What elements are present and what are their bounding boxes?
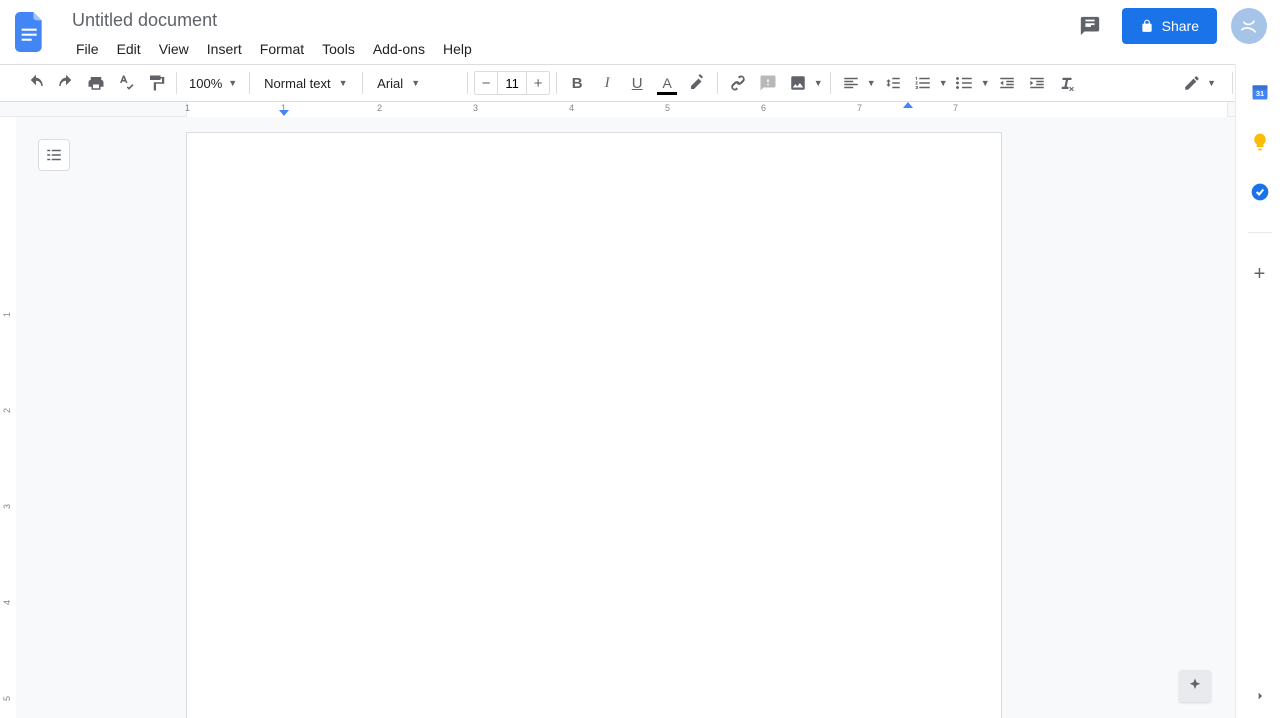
pencil-icon	[1183, 74, 1201, 92]
menubar: File Edit View Insert Format Tools Add-o…	[68, 37, 480, 61]
menu-tools[interactable]: Tools	[314, 37, 363, 61]
editing-mode-dropdown[interactable]: ▼	[1177, 74, 1222, 92]
menu-insert[interactable]: Insert	[199, 37, 250, 61]
menu-format[interactable]: Format	[252, 37, 312, 61]
right-indent-marker[interactable]	[903, 102, 913, 108]
document-title[interactable]: Untitled document	[68, 8, 480, 33]
redo-button[interactable]	[52, 69, 80, 97]
zoom-dropdown[interactable]: 100% ▼	[183, 76, 243, 91]
docs-home-icon[interactable]	[12, 8, 48, 56]
decrease-indent-button[interactable]	[993, 69, 1021, 97]
underline-button[interactable]: U	[623, 69, 651, 97]
increase-font-button[interactable]: +	[527, 75, 549, 92]
menu-addons[interactable]: Add-ons	[365, 37, 433, 61]
align-button[interactable]	[837, 69, 865, 97]
vruler-num: 5	[2, 696, 12, 701]
share-button[interactable]: Share	[1122, 8, 1217, 44]
tasks-icon[interactable]	[1250, 182, 1270, 202]
vruler-num: 4	[2, 600, 12, 605]
get-addons-button[interactable]: +	[1254, 263, 1266, 286]
menu-file[interactable]: File	[68, 37, 107, 61]
decrease-font-button[interactable]: −	[475, 75, 497, 92]
font-size-control: − +	[474, 71, 550, 95]
horizontal-ruler[interactable]: 1 1 2 3 4 5 6 7 7	[0, 102, 1283, 117]
print-button[interactable]	[82, 69, 110, 97]
left-indent-marker[interactable]	[279, 110, 289, 116]
insert-link-button[interactable]	[724, 69, 752, 97]
show-outline-button[interactable]	[38, 139, 70, 171]
hide-sidepanel-button[interactable]	[1252, 688, 1268, 704]
separator	[1248, 232, 1272, 233]
ruler-num: 4	[569, 103, 574, 113]
vruler-num: 1	[2, 312, 12, 317]
ruler-num: 7	[953, 103, 958, 113]
side-panel: 31 +	[1235, 64, 1283, 718]
chevron-down-icon: ▼	[1207, 78, 1216, 88]
numbered-list-dropdown[interactable]: ▼	[937, 78, 949, 88]
zoom-value: 100%	[189, 76, 222, 91]
chevron-down-icon: ▼	[339, 78, 348, 88]
menu-edit[interactable]: Edit	[109, 37, 149, 61]
ruler-num: 2	[377, 103, 382, 113]
menu-view[interactable]: View	[151, 37, 197, 61]
ruler-num: 7	[857, 103, 862, 113]
italic-button[interactable]: I	[593, 69, 621, 97]
paragraph-style-dropdown[interactable]: Normal text ▼	[256, 76, 356, 91]
ruler-num: 5	[665, 103, 670, 113]
undo-button[interactable]	[22, 69, 50, 97]
explore-button[interactable]	[1179, 670, 1211, 702]
highlight-button[interactable]	[683, 69, 711, 97]
bold-button[interactable]: B	[563, 69, 591, 97]
paint-format-button[interactable]	[142, 69, 170, 97]
vertical-ruler[interactable]: 1 2 3 4 5	[0, 117, 16, 718]
paragraph-style-value: Normal text	[264, 76, 330, 91]
ruler-num: 3	[473, 103, 478, 113]
align-dropdown[interactable]: ▼	[865, 78, 877, 88]
comments-button[interactable]	[1072, 8, 1108, 44]
calendar-icon[interactable]: 31	[1250, 82, 1270, 102]
account-avatar[interactable]	[1231, 8, 1267, 44]
bulleted-list-button[interactable]	[951, 69, 979, 97]
svg-text:31: 31	[1255, 89, 1263, 98]
ruler-num: 6	[761, 103, 766, 113]
font-value: Arial	[377, 76, 403, 91]
keep-icon[interactable]	[1250, 132, 1270, 152]
vruler-num: 2	[2, 408, 12, 413]
insert-image-dropdown[interactable]: ▼	[812, 78, 824, 88]
insert-comment-button[interactable]	[754, 69, 782, 97]
lock-icon	[1140, 19, 1154, 33]
increase-indent-button[interactable]	[1023, 69, 1051, 97]
toolbar: 100% ▼ Normal text ▼ Arial ▼ − + B I U A…	[0, 64, 1283, 102]
bulleted-list-dropdown[interactable]: ▼	[979, 78, 991, 88]
vruler-num: 3	[2, 504, 12, 509]
text-color-button[interactable]: A	[653, 69, 681, 97]
chevron-down-icon: ▼	[411, 78, 420, 88]
font-dropdown[interactable]: Arial ▼	[369, 76, 461, 91]
menu-help[interactable]: Help	[435, 37, 480, 61]
share-label: Share	[1162, 18, 1199, 34]
numbered-list-button[interactable]	[909, 69, 937, 97]
document-page[interactable]	[186, 132, 1002, 718]
clear-formatting-button[interactable]	[1053, 69, 1081, 97]
chevron-down-icon: ▼	[228, 78, 237, 88]
spellcheck-button[interactable]	[112, 69, 140, 97]
insert-image-button[interactable]	[784, 69, 812, 97]
font-size-input[interactable]	[497, 72, 527, 94]
document-workspace	[16, 117, 1235, 718]
line-spacing-button[interactable]	[879, 69, 907, 97]
ruler-num: 1	[185, 103, 190, 113]
